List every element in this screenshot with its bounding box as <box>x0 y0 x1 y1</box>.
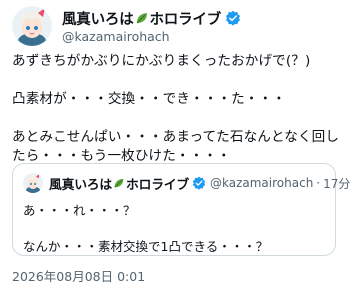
quoted-time-ago[interactable]: 17分 <box>323 175 350 192</box>
tweet-text: あずきちがかぶりにかぶりまくったおかげで(？) 凸素材が・・・交換・・でき・・・… <box>12 53 340 164</box>
quoted-display-name-suffix[interactable]: ホロライブ <box>126 174 189 193</box>
quoted-avatar-image <box>23 173 43 193</box>
tweet-header: 風真いろは ホロライブ @kazamairohach <box>12 6 338 46</box>
quoted-handle[interactable]: @kazamairohach <box>210 176 313 190</box>
tweet-card: 風真いろは ホロライブ @kazamairohach あずきちがかぶりにかぶりま… <box>0 0 350 290</box>
avatar[interactable] <box>12 6 52 46</box>
author-handle[interactable]: @kazamairohach <box>62 29 170 44</box>
verified-badge-icon <box>192 176 206 190</box>
quoted-tweet[interactable]: 風真いろは ホロライブ @kazamairohach · 17分 あ・・・れ・・… <box>12 163 350 256</box>
leaf-icon <box>136 13 147 24</box>
quoted-separator: · <box>316 176 321 190</box>
verified-badge-icon <box>226 10 240 26</box>
quoted-tweet-text: あ・・・れ・・・？ なんか・・・素材交換で1凸できる・・・？ <box>23 203 269 254</box>
tweet-timestamp[interactable]: 2026年08月08日 0:01 <box>12 266 145 285</box>
quoted-tweet-header: 風真いろは ホロライブ @kazamairohach · 17分 <box>23 173 350 193</box>
quoted-avatar[interactable] <box>23 173 43 193</box>
quoted-display-name[interactable]: 風真いろは <box>49 174 112 193</box>
author-display-name[interactable]: 風真いろは <box>62 8 134 29</box>
author-display-name-suffix[interactable]: ホロライブ <box>150 8 222 29</box>
avatar-image <box>12 6 52 46</box>
author-name-row[interactable]: 風真いろは ホロライブ <box>62 8 241 28</box>
leaf-icon <box>114 178 124 188</box>
